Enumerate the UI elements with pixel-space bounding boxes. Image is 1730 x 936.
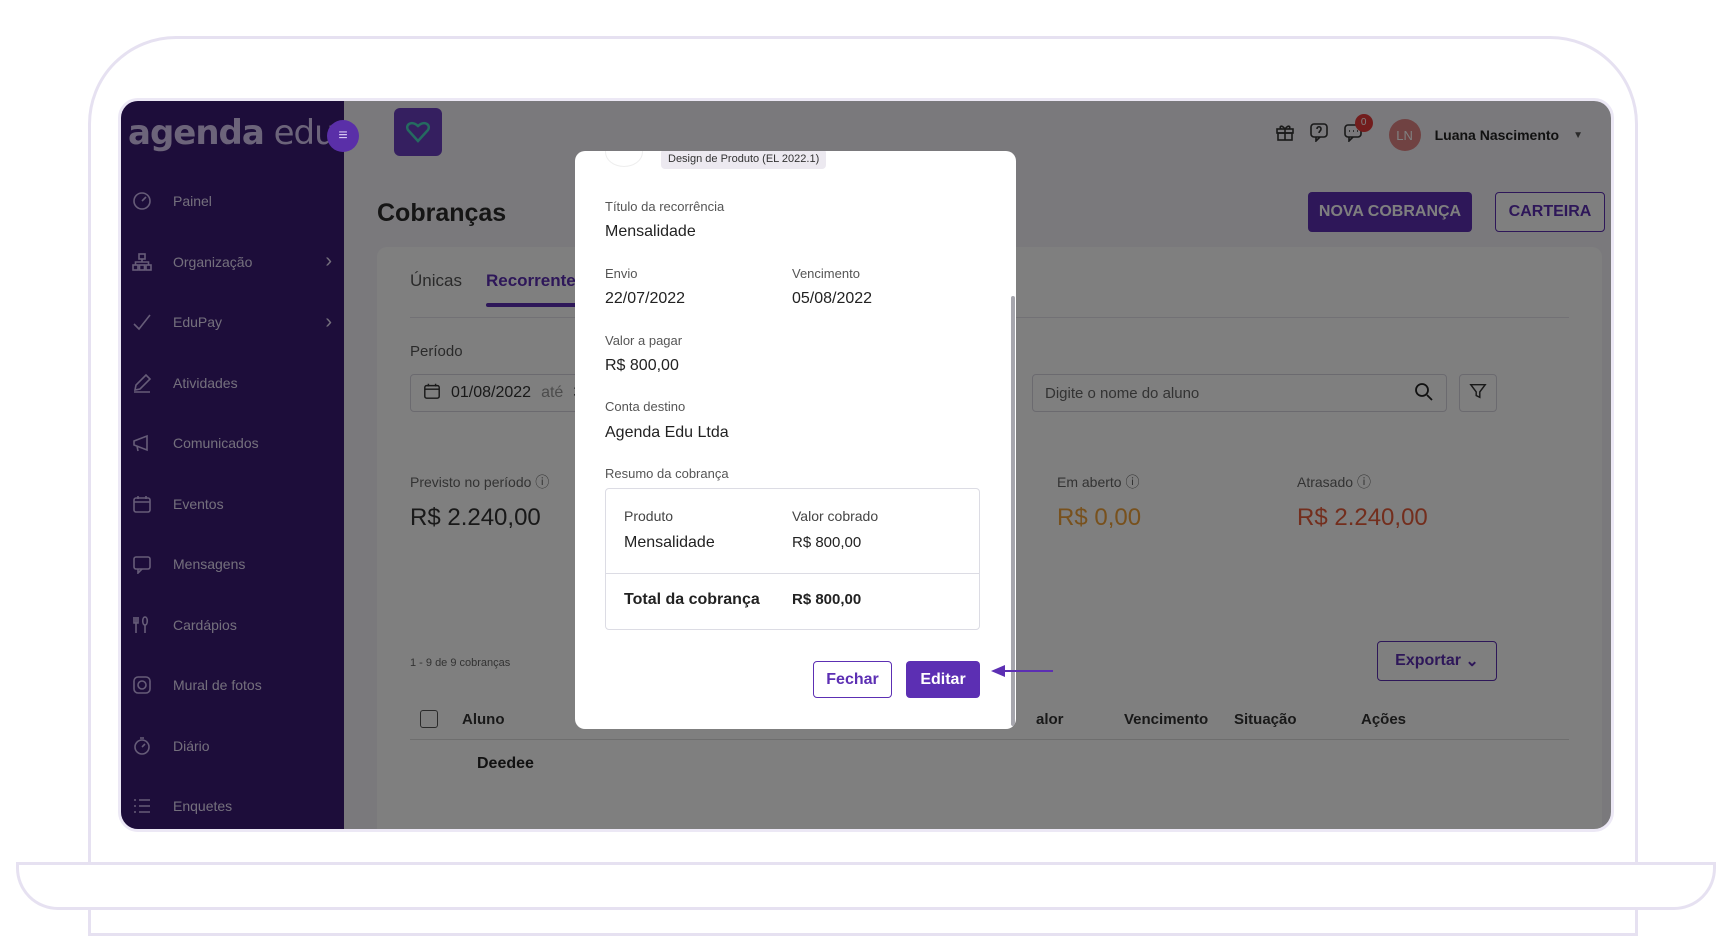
send-label: Envio bbox=[605, 266, 638, 281]
due-label: Vencimento bbox=[792, 266, 860, 281]
summary-product-value: Mensalidade bbox=[624, 534, 715, 551]
account-label: Conta destino bbox=[605, 399, 686, 414]
summary-charged-header: Valor cobrado bbox=[792, 508, 879, 524]
modal-scrollbar[interactable] bbox=[1011, 296, 1015, 726]
amount-label: Valor a pagar bbox=[605, 333, 683, 348]
title-value: Mensalidade bbox=[605, 223, 696, 240]
summary-total-label: Total da cobrança bbox=[624, 591, 760, 608]
sidebar-collapse-button[interactable]: ≡ bbox=[327, 120, 359, 152]
send-value: 22/07/2022 bbox=[605, 290, 686, 307]
laptop-base bbox=[16, 862, 1716, 910]
product-tag: Design de Produto (EL 2022.1) bbox=[661, 151, 827, 169]
account-value: Agenda Edu Ltda bbox=[605, 424, 729, 441]
summary-label: Resumo da cobrança bbox=[605, 466, 729, 481]
title-label: Título da recorrência bbox=[605, 199, 725, 214]
summary-total-value: R$ 800,00 bbox=[792, 591, 862, 608]
amount-value: R$ 800,00 bbox=[605, 357, 679, 374]
pointer-arrow-icon bbox=[991, 665, 1053, 677]
edit-button[interactable]: Editar bbox=[906, 661, 980, 698]
charge-details-modal: Design de Produto (EL 2022.1) Título da … bbox=[575, 151, 1016, 729]
close-button[interactable]: Fechar bbox=[813, 661, 892, 698]
due-value: 05/08/2022 bbox=[792, 290, 873, 307]
summary-product-header: Produto bbox=[624, 508, 674, 524]
product-avatar bbox=[605, 151, 643, 167]
charge-summary-table: Produto Valor cobrado Mensalidade R$ 800… bbox=[605, 488, 980, 630]
summary-divider bbox=[606, 573, 979, 574]
summary-charged-value: R$ 800,00 bbox=[792, 534, 862, 551]
app-screen: agenda edu Painel Organização › EduPay bbox=[118, 98, 1614, 832]
